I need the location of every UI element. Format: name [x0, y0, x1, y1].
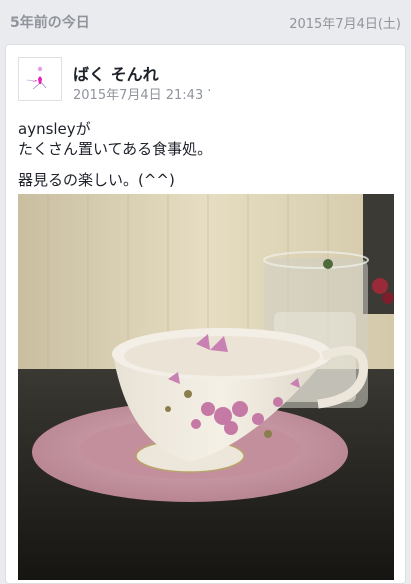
post-text-line: aynsleyが — [18, 120, 91, 138]
post-text-line: たくさん置いてある食事処。 — [18, 140, 213, 158]
memories-title: 5年前の今日 — [10, 15, 90, 31]
post-photo[interactable] — [18, 194, 394, 580]
author-avatar[interactable] — [18, 57, 62, 101]
post-header: ばく そんれ 2015年7月4日 21:43 · — [18, 57, 388, 105]
post-text-line: 器見るの楽しい。(^^) — [18, 171, 175, 189]
post-meta: 2015年7月4日 21:43 · — [73, 84, 211, 103]
post-card: ばく そんれ 2015年7月4日 21:43 · aynsleyが たくさん置い… — [5, 44, 406, 584]
post-timestamp[interactable]: 2015年7月4日 21:43 — [73, 84, 203, 103]
author-name[interactable]: ばく そんれ — [73, 61, 159, 85]
teacup-photo — [18, 194, 394, 580]
meta-separator: · — [207, 84, 212, 99]
memories-date: 2015年7月4日(土) — [289, 16, 401, 32]
post-body: aynsleyが たくさん置いてある食事処。 器見るの楽しい。(^^) — [18, 119, 388, 190]
pink-figure-avatar-icon — [19, 58, 61, 100]
memories-header: 5年前の今日 2015年7月4日(土) — [0, 0, 411, 44]
